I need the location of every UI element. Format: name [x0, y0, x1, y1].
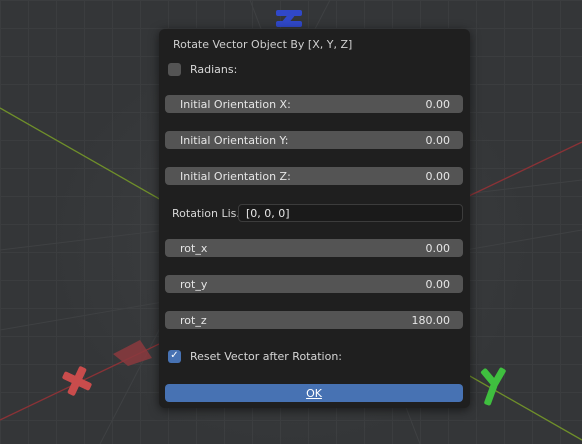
field-label: rot_z: [180, 313, 207, 327]
radians-checkbox[interactable]: [168, 62, 181, 76]
field-label: Initial Orientation Y:: [180, 133, 289, 147]
field-label: rot_x: [180, 241, 208, 255]
field-value: 0.00: [425, 97, 451, 111]
field-label: rot_y: [180, 277, 208, 291]
field-label: Initial Orientation Z:: [180, 169, 291, 183]
ok-button[interactable]: OK: [165, 384, 463, 402]
rotation-list-input[interactable]: [0, 0, 0]: [238, 204, 463, 222]
field-value: 0.00: [425, 133, 451, 147]
rot-y-field[interactable]: rot_y 0.00: [165, 275, 463, 293]
3d-viewport[interactable]: Rotate Vector Object By [X, Y, Z] Radian…: [0, 0, 582, 444]
initial-orientation-z-field[interactable]: Initial Orientation Z: 0.00: [165, 167, 463, 185]
field-label: Initial Orientation X:: [180, 97, 291, 111]
field-value: 180.00: [411, 313, 451, 327]
x-gizmo-icon: [62, 366, 92, 396]
rot-z-field[interactable]: rot_z 180.00: [165, 311, 463, 329]
field-value: 0.00: [425, 241, 451, 255]
rot-x-field[interactable]: rot_x 0.00: [165, 239, 463, 257]
y-gizmo-icon: [480, 367, 506, 406]
x-arrow-gizmo: [113, 340, 152, 366]
reset-vector-checkbox[interactable]: ✓: [168, 349, 181, 363]
z-gizmo-icon: [276, 10, 302, 27]
initial-orientation-y-field[interactable]: Initial Orientation Y: 0.00: [165, 131, 463, 149]
field-value: 0.00: [425, 277, 451, 291]
reset-vector-checkbox-row[interactable]: ✓ Reset Vector after Rotation:: [168, 348, 342, 364]
dialog-title: Rotate Vector Object By [X, Y, Z]: [173, 38, 353, 51]
radians-checkbox-row[interactable]: Radians:: [168, 61, 237, 77]
reset-vector-label: Reset Vector after Rotation:: [190, 349, 343, 363]
radians-label: Radians:: [190, 62, 238, 76]
rotation-list-row: Rotation Lis... [0, 0, 0]: [172, 204, 463, 222]
initial-orientation-x-field[interactable]: Initial Orientation X: 0.00: [165, 95, 463, 113]
field-value: 0.00: [425, 169, 451, 183]
rotate-vector-dialog: Rotate Vector Object By [X, Y, Z] Radian…: [159, 29, 470, 408]
rotation-list-label: Rotation Lis...: [172, 206, 238, 220]
